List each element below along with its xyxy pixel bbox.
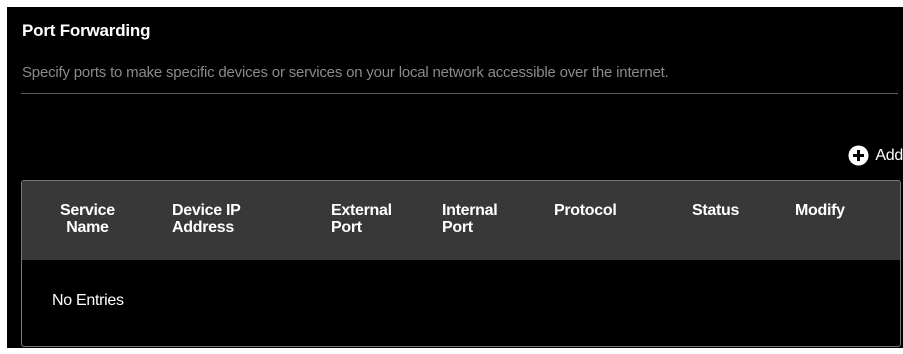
- add-label: Add: [875, 146, 903, 164]
- port-forwarding-table: Service Name Device IP Address External …: [21, 180, 901, 347]
- page-description: Specify ports to make specific devices o…: [22, 64, 669, 81]
- header-divider: [21, 93, 898, 94]
- table-header: Service Name Device IP Address External …: [22, 181, 900, 260]
- port-forwarding-panel: Port Forwarding Specify ports to make sp…: [7, 7, 903, 348]
- column-header-status: Status: [692, 202, 740, 219]
- add-button[interactable]: Add: [848, 145, 903, 166]
- column-header-external-port: External Port: [331, 202, 392, 236]
- column-header-device-ip: Device IP Address: [172, 202, 241, 236]
- page-title: Port Forwarding: [22, 21, 151, 40]
- column-header-internal-port: Internal Port: [442, 202, 498, 236]
- column-header-modify: Modify: [795, 202, 845, 219]
- column-header-service-name: Service Name: [60, 202, 115, 236]
- plus-circle-icon: [848, 145, 869, 166]
- column-header-protocol: Protocol: [554, 202, 617, 219]
- empty-table-message: No Entries: [52, 292, 124, 309]
